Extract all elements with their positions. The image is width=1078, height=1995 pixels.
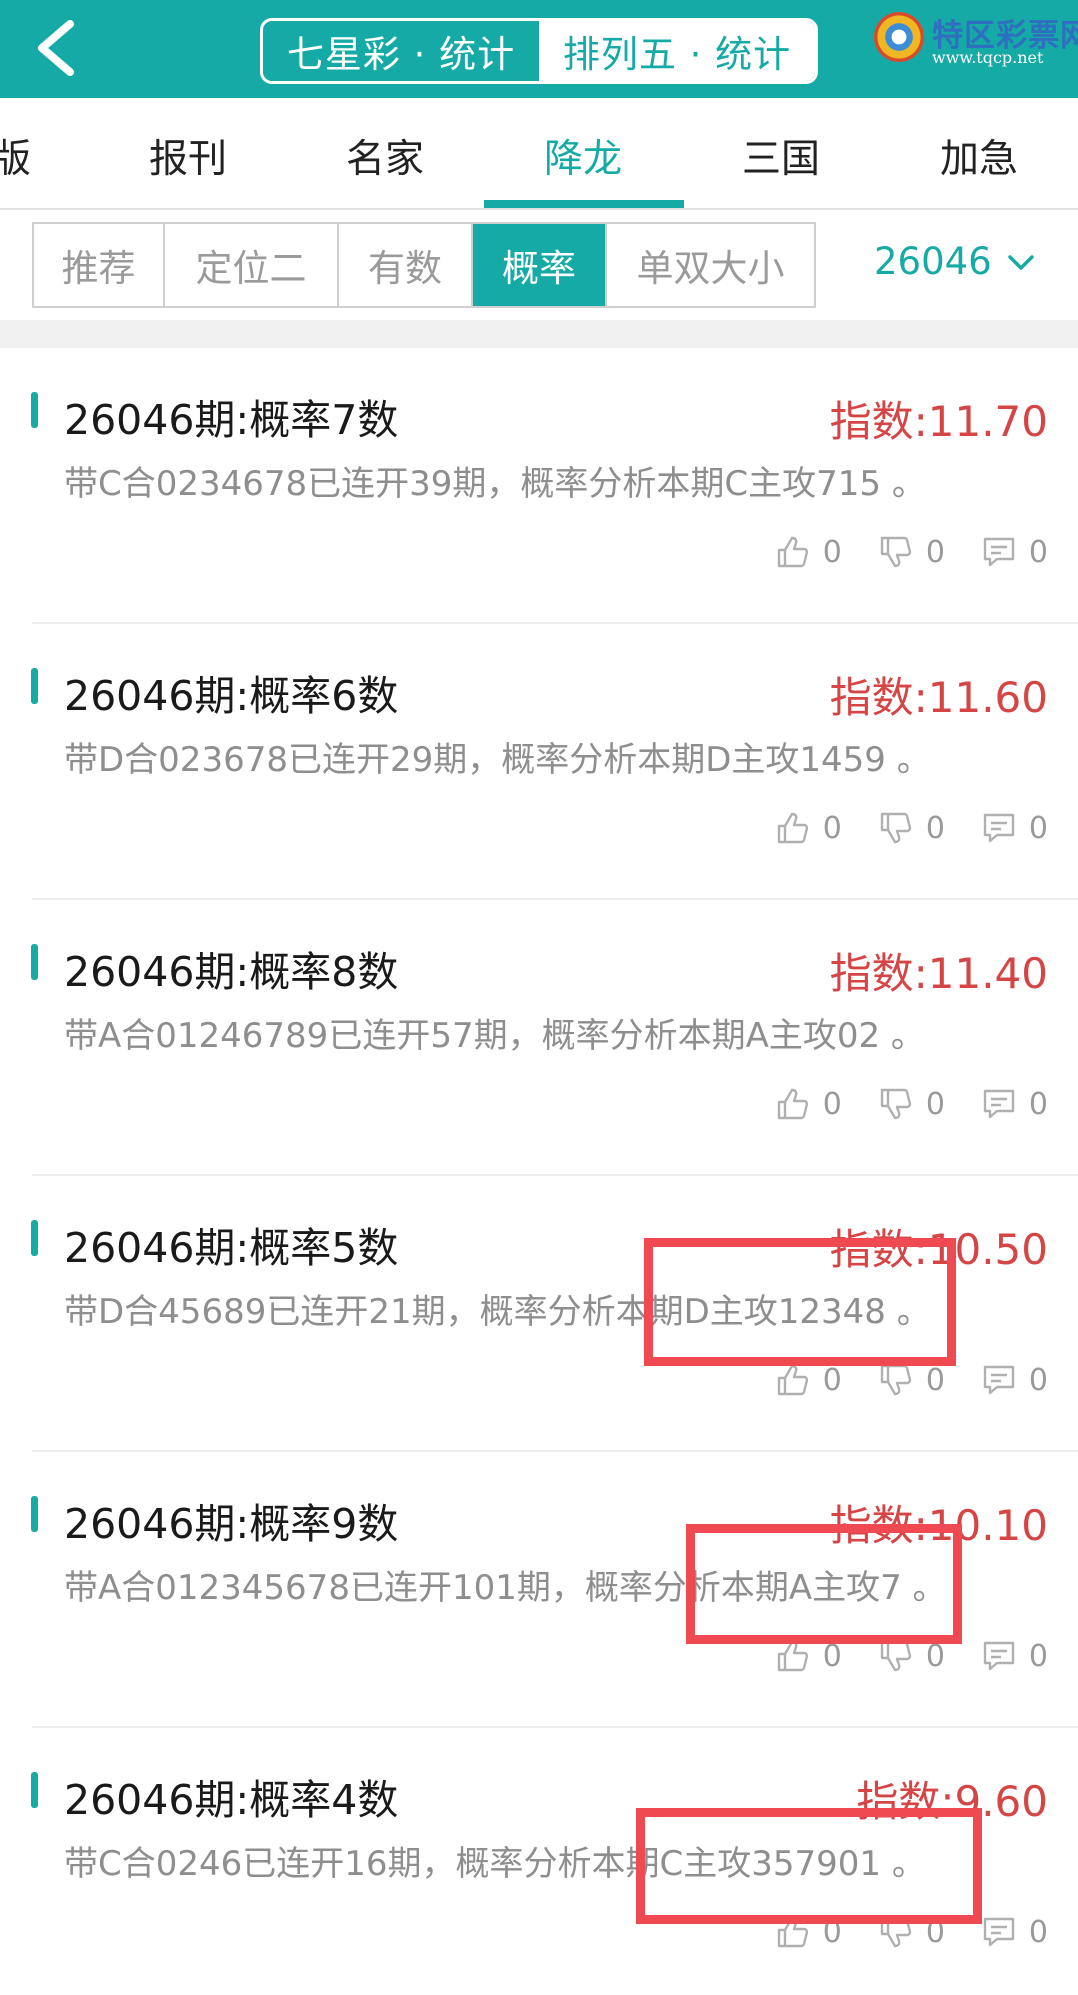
thumbs-down-icon	[880, 812, 912, 844]
list-item[interactable]: 26046期:概率7数 指数:11.70 带C合0234678已连开39期，概率…	[0, 348, 1078, 624]
item-description: 带C合0234678已连开39期，概率分析本期C主攻715 。	[64, 464, 926, 504]
comment-button[interactable]: 0	[981, 1914, 1048, 1950]
back-arrow-icon[interactable]	[28, 16, 88, 80]
title-accent-bar	[31, 668, 38, 704]
sub-tabs: 推荐 定位二 有数 概率 单双大小	[32, 222, 816, 308]
like-button[interactable]: 0	[775, 1086, 842, 1122]
thumbs-up-icon	[777, 1364, 808, 1396]
subtab-dingweier[interactable]: 定位二	[165, 224, 339, 306]
tab-baokan[interactable]: 报刊	[149, 128, 227, 184]
comment-count: 0	[1028, 1914, 1048, 1950]
like-button[interactable]: 0	[775, 1362, 842, 1398]
tab-jiaji[interactable]: 加急	[940, 128, 1018, 184]
comment-button[interactable]: 0	[981, 1086, 1048, 1122]
like-count: 0	[822, 810, 842, 846]
tab-jianglong[interactable]: 降龙	[544, 128, 622, 184]
tab-sanguo[interactable]: 三国	[742, 128, 820, 184]
logo-url: www.tqcp.net	[932, 48, 1044, 67]
dislike-button[interactable]: 0	[878, 534, 945, 570]
active-tab-indicator	[484, 200, 684, 208]
title-accent-bar	[31, 1772, 38, 1808]
item-index: 指数:11.70	[829, 397, 1048, 446]
like-count: 0	[822, 1362, 842, 1398]
segment-pailiewu[interactable]: 排列五 · 统计	[539, 21, 815, 81]
thumbs-down-icon	[880, 1364, 912, 1396]
chevron-down-icon[interactable]	[1004, 246, 1038, 280]
like-count: 0	[822, 534, 842, 570]
like-button[interactable]: 0	[775, 534, 842, 570]
comment-icon	[983, 1089, 1015, 1119]
dislike-button[interactable]: 0	[878, 1086, 945, 1122]
comment-icon	[983, 1641, 1015, 1671]
item-actions: 0 0 0	[739, 810, 1048, 846]
tab-mingjia[interactable]: 名家	[346, 128, 424, 184]
comment-count: 0	[1028, 810, 1048, 846]
item-actions: 0 0 0	[739, 534, 1048, 570]
item-description: 带A合01246789已连开57期，概率分析本期A主攻02 。	[64, 1016, 925, 1056]
thumbs-up-icon	[777, 1088, 808, 1120]
comment-button[interactable]: 0	[981, 534, 1048, 570]
comment-icon	[983, 1917, 1015, 1947]
thumbs-down-icon	[880, 1088, 912, 1120]
subtab-youshu[interactable]: 有数	[339, 224, 473, 306]
comment-button[interactable]: 0	[981, 810, 1048, 846]
item-title: 26046期:概率8数	[64, 948, 399, 996]
item-index: 指数:11.60	[829, 673, 1048, 722]
dislike-button[interactable]: 0	[878, 810, 945, 846]
dislike-count: 0	[925, 534, 945, 570]
item-title: 26046期:概率7数	[64, 396, 399, 444]
item-title: 26046期:概率9数	[64, 1500, 399, 1548]
period-selector[interactable]: 26046	[874, 240, 992, 283]
title-accent-bar	[31, 392, 38, 428]
item-index: 指数:11.40	[829, 949, 1048, 998]
comment-count: 0	[1028, 1638, 1048, 1674]
category-tabs: 版 报刊 名家 降龙 三国 加急	[0, 98, 1078, 210]
comment-icon	[983, 1365, 1015, 1395]
dislike-count: 0	[925, 1362, 945, 1398]
subtab-danshuang[interactable]: 单双大小	[607, 224, 814, 306]
item-description: 带D合023678已连开29期，概率分析本期D主攻1459 。	[64, 740, 931, 780]
subtab-tuijian[interactable]: 推荐	[34, 224, 165, 306]
highlight-box-3	[636, 1808, 982, 1924]
logo-icon	[874, 12, 924, 62]
thumbs-down-icon	[880, 536, 912, 568]
segment-qixingcai[interactable]: 七星彩 · 统计	[263, 21, 539, 81]
like-button[interactable]: 0	[775, 810, 842, 846]
thumbs-up-icon	[777, 536, 808, 568]
item-actions: 0 0 0	[739, 1362, 1048, 1398]
list-item[interactable]: 26046期:概率8数 指数:11.40 带A合01246789已连开57期，概…	[0, 900, 1078, 1176]
top-bar: 七星彩 · 统计 排列五 · 统计 特区彩票网 www.tqcp.net	[0, 0, 1078, 98]
list-item[interactable]: 26046期:概率6数 指数:11.60 带D合023678已连开29期，概率分…	[0, 624, 1078, 900]
item-title: 26046期:概率6数	[64, 672, 399, 720]
comment-count: 0	[1028, 1362, 1048, 1398]
comment-icon	[983, 537, 1015, 567]
comment-icon	[983, 813, 1015, 843]
dislike-count: 0	[925, 810, 945, 846]
comment-button[interactable]: 0	[981, 1362, 1048, 1398]
comment-count: 0	[1028, 534, 1048, 570]
title-accent-bar	[31, 1220, 38, 1256]
item-title: 26046期:概率4数	[64, 1776, 399, 1824]
thumbs-up-icon	[777, 812, 808, 844]
subtab-gailv[interactable]: 概率	[473, 224, 607, 306]
lottery-switch: 七星彩 · 统计 排列五 · 统计	[260, 18, 818, 84]
section-separator	[0, 320, 1078, 348]
dislike-button[interactable]: 0	[878, 1362, 945, 1398]
item-actions: 0 0 0	[739, 1086, 1048, 1122]
title-accent-bar	[31, 1496, 38, 1532]
tab-ban[interactable]: 版	[0, 128, 31, 184]
highlight-box-1	[644, 1238, 956, 1366]
highlight-box-2	[686, 1524, 962, 1644]
comment-button[interactable]: 0	[981, 1638, 1048, 1674]
like-count: 0	[822, 1086, 842, 1122]
comment-count: 0	[1028, 1086, 1048, 1122]
dislike-count: 0	[925, 1086, 945, 1122]
title-accent-bar	[31, 944, 38, 980]
site-logo: 特区彩票网 www.tqcp.net	[874, 10, 1078, 70]
item-title: 26046期:概率5数	[64, 1224, 399, 1272]
